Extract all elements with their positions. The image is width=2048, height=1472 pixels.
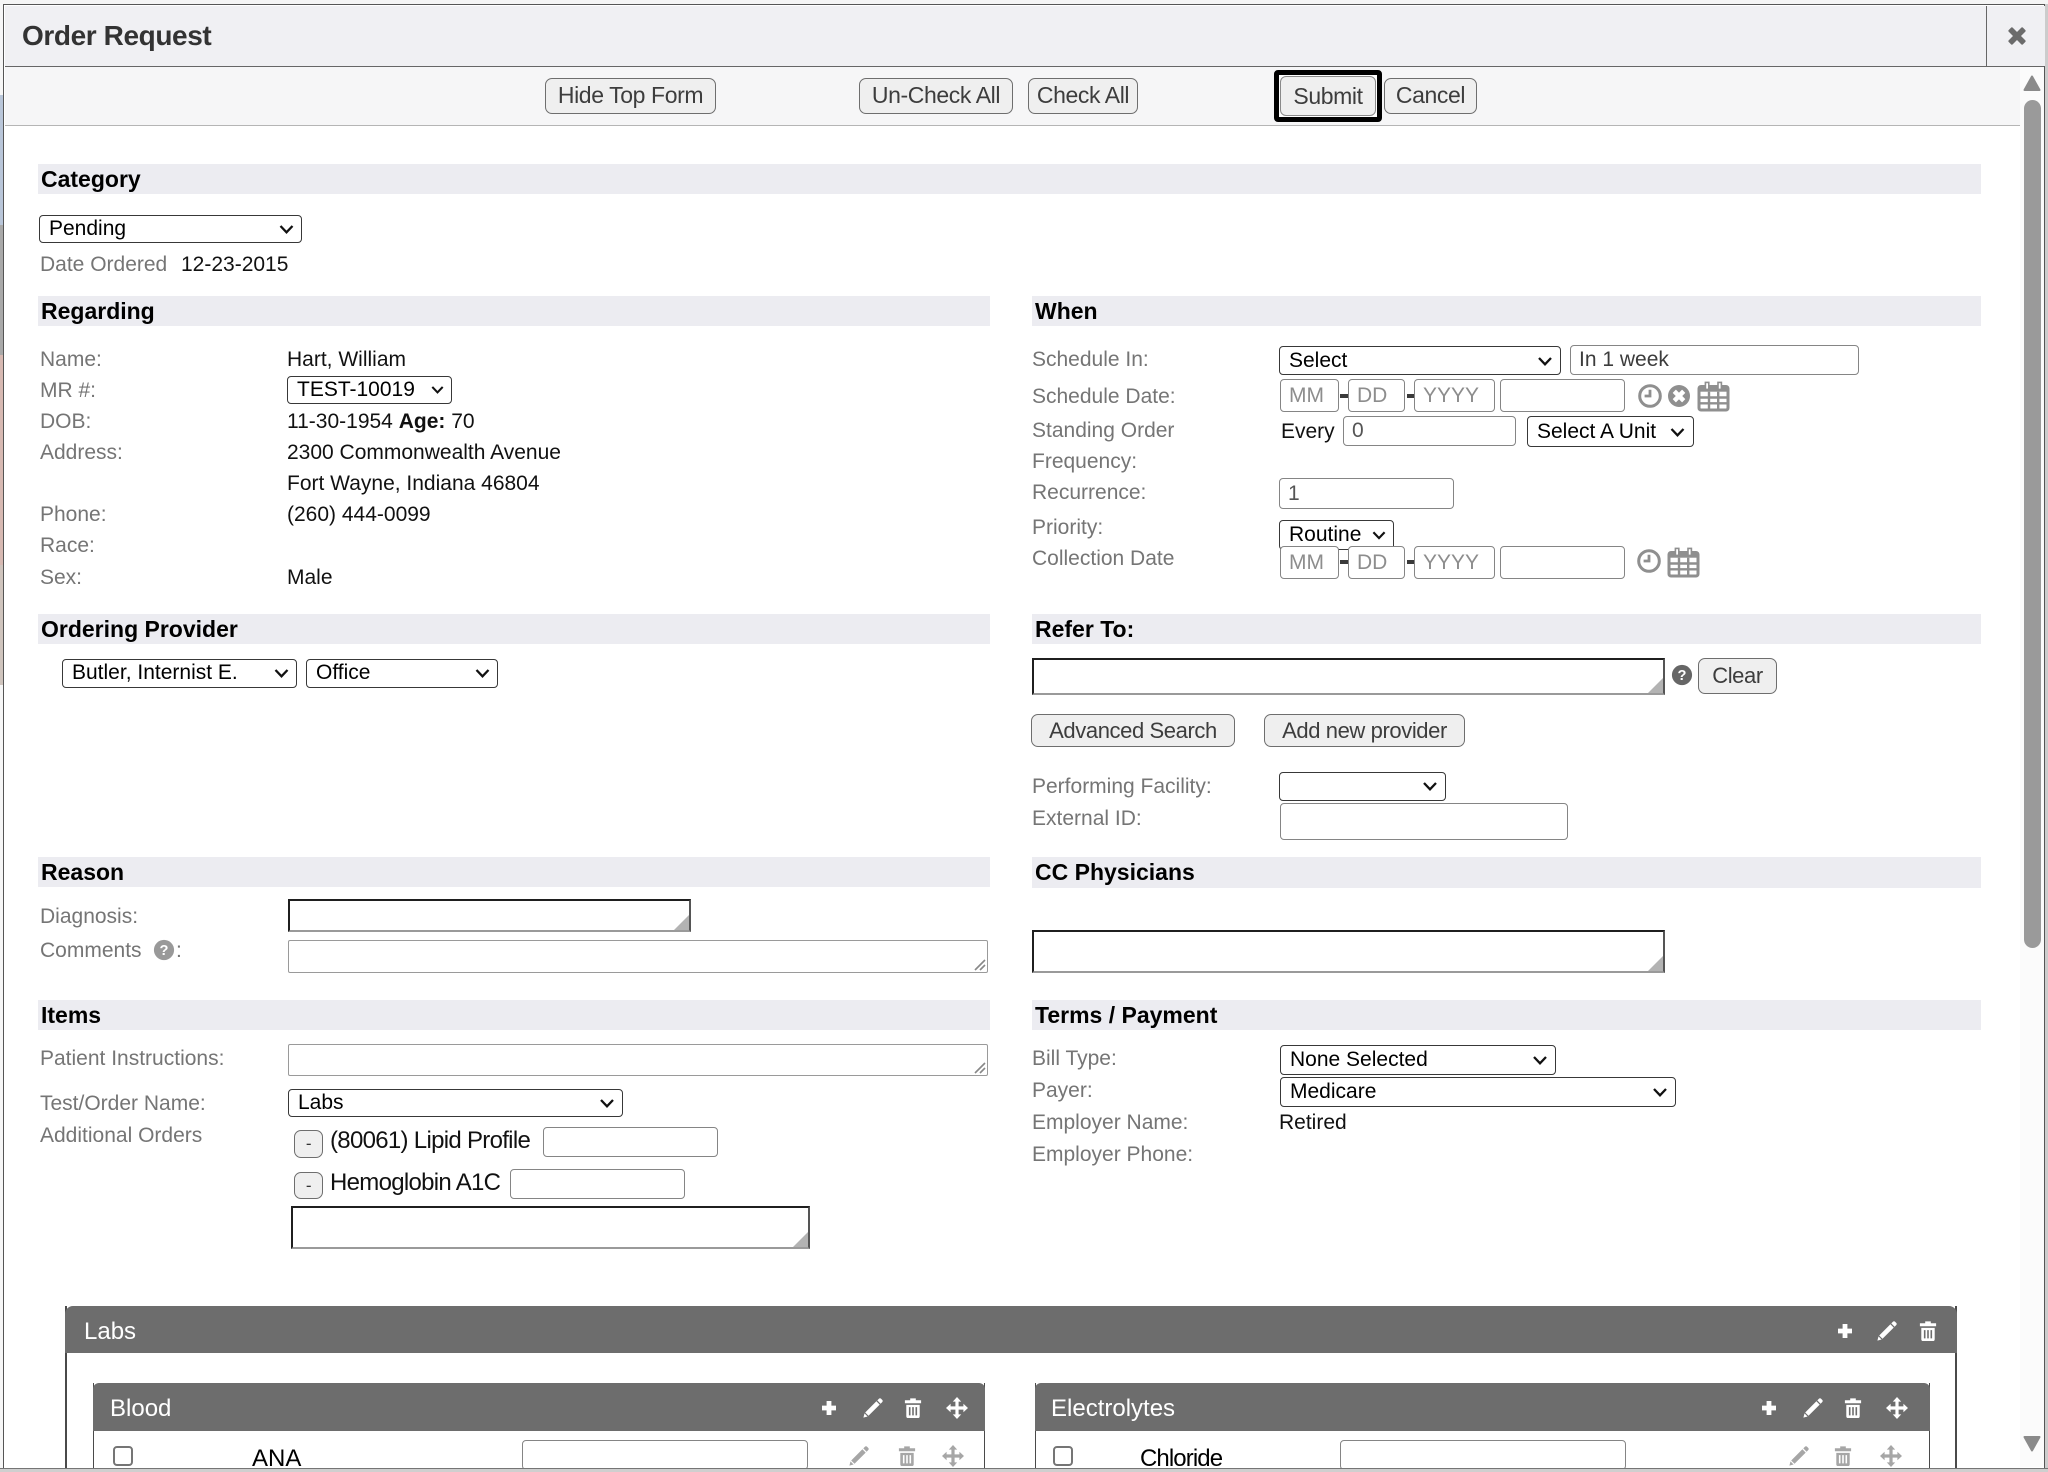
svg-text:?: ? <box>1678 668 1687 684</box>
svg-text:?: ? <box>160 943 169 959</box>
